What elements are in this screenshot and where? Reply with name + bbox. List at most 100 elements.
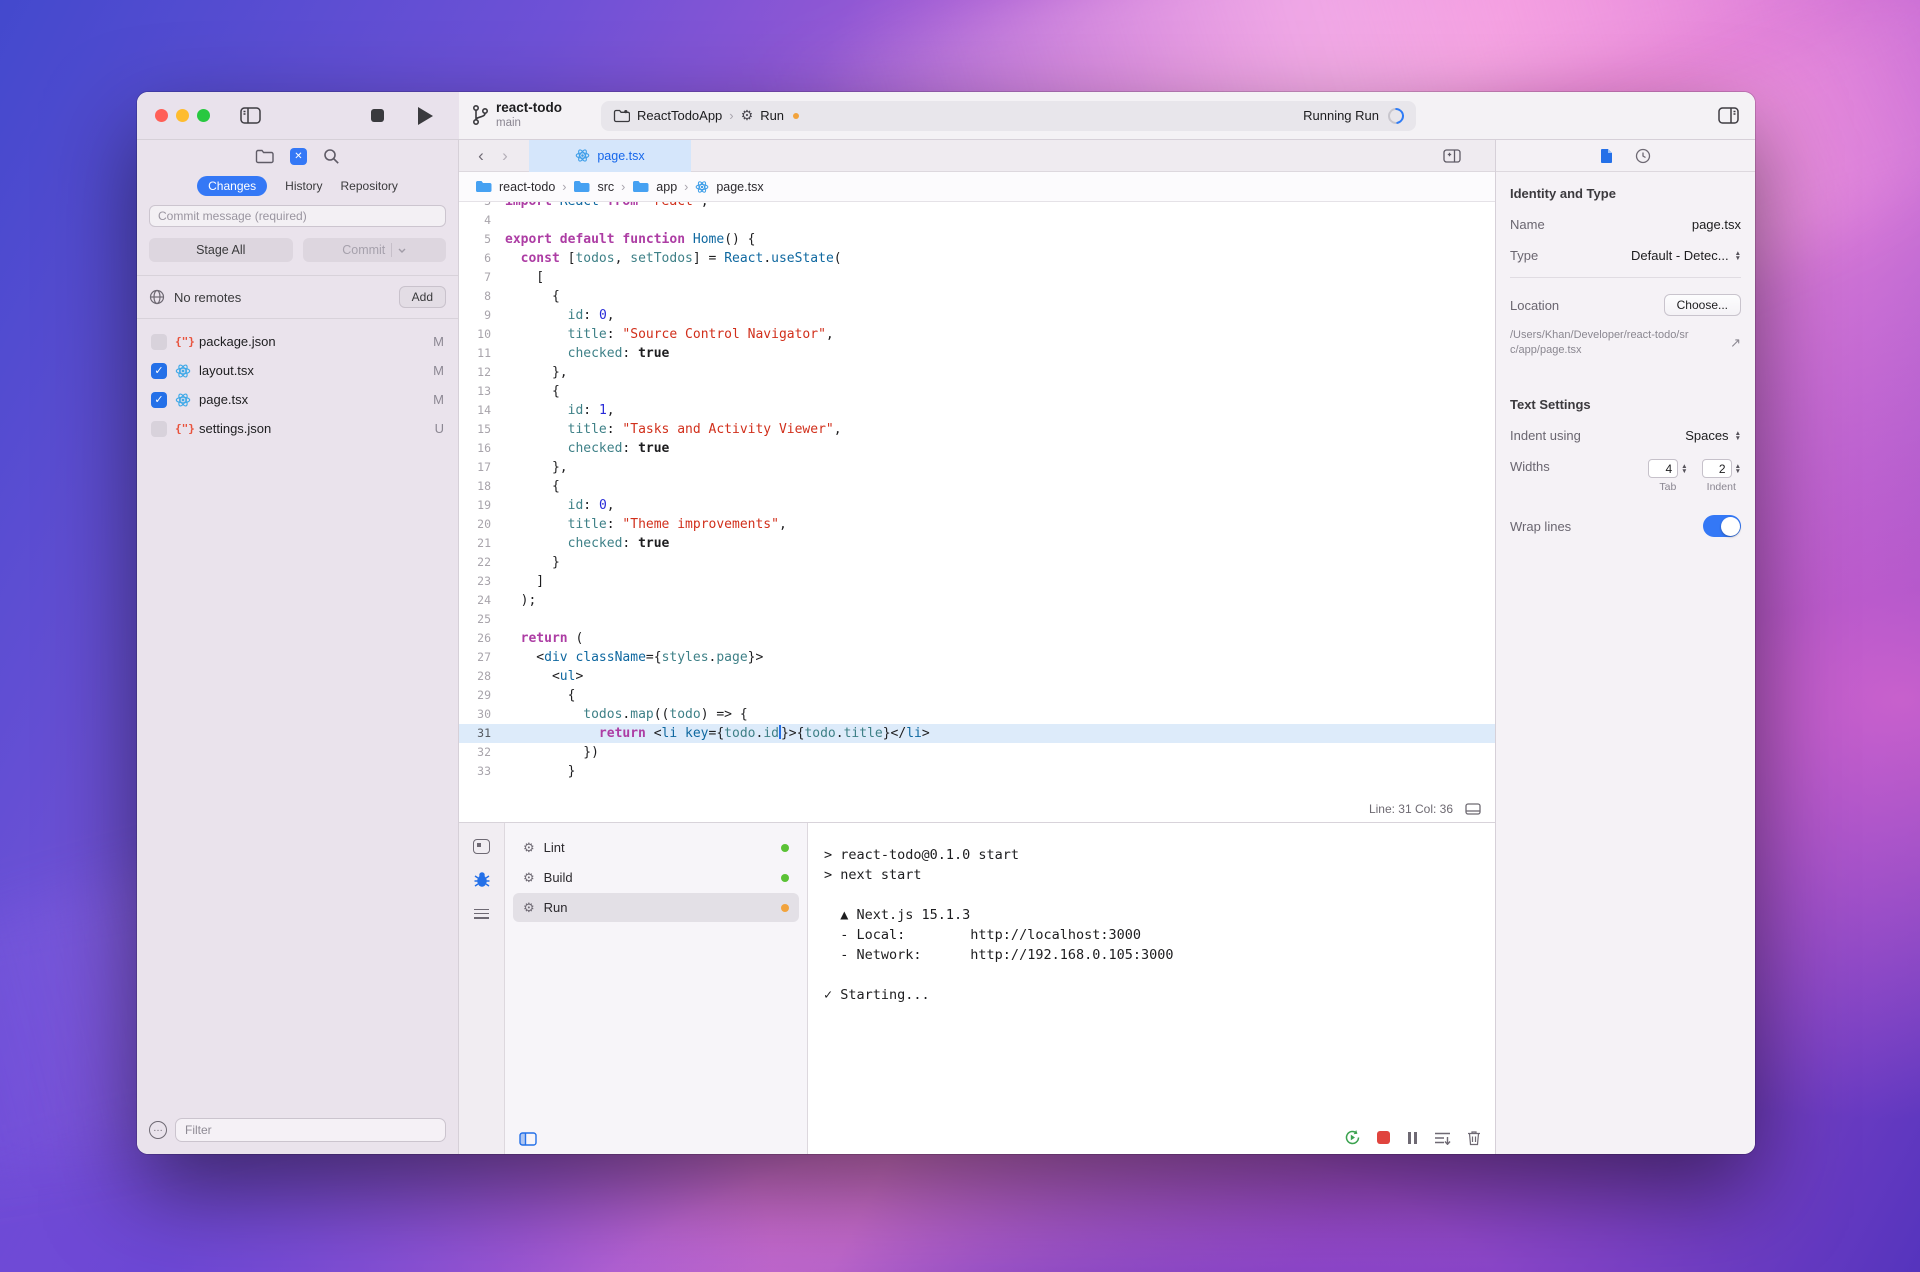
code-line[interactable]: 16 checked: true <box>459 439 1495 458</box>
task-row-lint[interactable]: ⚙ Lint <box>513 833 799 862</box>
stop-console-button[interactable] <box>1377 1131 1390 1144</box>
code-line[interactable]: 27 <div className={styles.page}> <box>459 648 1495 667</box>
code-line[interactable]: 33 } <box>459 762 1495 781</box>
tab-page-tsx[interactable]: page.tsx <box>529 140 691 172</box>
tab-repository[interactable]: Repository <box>341 179 398 193</box>
breadcrumb-app[interactable]: app <box>656 180 677 194</box>
code-line[interactable]: 11 checked: true <box>459 344 1495 363</box>
code-line[interactable]: 17 }, <box>459 458 1495 477</box>
toggle-task-list-icon[interactable] <box>519 1132 537 1146</box>
open-in-finder-icon[interactable]: ↗ <box>1730 335 1741 351</box>
toggle-inspector-icon[interactable] <box>1718 107 1739 124</box>
breadcrumb-src[interactable]: src <box>597 180 614 194</box>
restart-button[interactable] <box>1344 1129 1361 1146</box>
code-line[interactable]: 32 }) <box>459 743 1495 762</box>
bug-icon[interactable] <box>473 871 491 889</box>
search-icon[interactable] <box>323 148 340 165</box>
code-line[interactable]: 15 title: "Tasks and Activity Viewer", <box>459 420 1495 439</box>
code-line[interactable]: 26 return ( <box>459 629 1495 648</box>
file-checkbox[interactable]: ✓ <box>151 392 167 408</box>
task-row-build[interactable]: ⚙ Build <box>513 863 799 892</box>
code-line[interactable]: 13 { <box>459 382 1495 401</box>
code-line[interactable]: 30 todos.map((todo) => { <box>459 705 1495 724</box>
stage-all-button[interactable]: Stage All <box>149 238 293 262</box>
pause-button[interactable] <box>1406 1132 1418 1144</box>
file-row[interactable]: {"} package.json M <box>137 327 458 356</box>
back-icon[interactable]: ‹ <box>469 146 493 166</box>
breadcrumb-project[interactable]: react-todo <box>499 180 555 194</box>
file-inspector-icon[interactable] <box>1600 148 1613 164</box>
file-checkbox[interactable] <box>151 334 167 350</box>
breadcrumb-file[interactable]: page.tsx <box>716 180 763 194</box>
code-line[interactable]: 31 return <li key={todo.id}>{todo.title}… <box>459 724 1495 743</box>
scheme-selector[interactable]: ReactTodoApp › ⚙ Run <box>613 107 799 124</box>
toggle-navigator-icon[interactable] <box>240 107 261 124</box>
editor-bottom-bar-icon[interactable] <box>1465 803 1481 815</box>
code-line[interactable]: 4 <box>459 211 1495 230</box>
forward-icon[interactable]: › <box>493 146 517 166</box>
code-line[interactable]: 12 }, <box>459 363 1495 382</box>
code-line[interactable]: 20 title: "Theme improvements", <box>459 515 1495 534</box>
code-line[interactable]: 28 <ul> <box>459 667 1495 686</box>
file-row[interactable]: {"} settings.json U <box>137 414 458 443</box>
filter-options-icon[interactable]: … <box>149 1121 167 1139</box>
code-line[interactable]: 22 } <box>459 553 1495 572</box>
line-number: 25 <box>459 610 505 629</box>
add-editor-icon[interactable] <box>1443 149 1461 163</box>
history-inspector-icon[interactable] <box>1635 148 1651 164</box>
code-line[interactable]: 19 id: 0, <box>459 496 1495 515</box>
choose-location-button[interactable]: Choose... <box>1664 294 1741 316</box>
project-navigator-icon[interactable] <box>255 149 274 164</box>
file-name: layout.tsx <box>199 363 254 378</box>
add-remote-button[interactable]: Add <box>399 286 446 308</box>
activity-status[interactable]: Running Run <box>1303 108 1404 124</box>
code-line[interactable]: 5export default function Home() { <box>459 230 1495 249</box>
file-checkbox[interactable]: ✓ <box>151 363 167 379</box>
filter-input[interactable] <box>175 1118 446 1142</box>
code-line[interactable]: 18 { <box>459 477 1495 496</box>
indent-using-popup[interactable]: Spaces ▲▼ <box>1685 428 1741 443</box>
zoom-window-button[interactable] <box>197 109 210 122</box>
code-line[interactable]: 14 id: 1, <box>459 401 1495 420</box>
code-line[interactable]: 24 ); <box>459 591 1495 610</box>
file-checkbox[interactable] <box>151 421 167 437</box>
run-button[interactable] <box>418 107 433 125</box>
commit-button[interactable]: Commit <box>303 238 447 262</box>
indent-width-stepper[interactable]: 2 ▲▼ Indent <box>1702 459 1741 493</box>
code-line[interactable]: 6 const [todos, setTodos] = React.useSta… <box>459 249 1495 268</box>
console-output[interactable]: > react-todo@0.1.0 start> next start ▲ N… <box>808 823 1495 1154</box>
console-line: > react-todo@0.1.0 start <box>824 845 1495 865</box>
file-row[interactable]: ✓ layout.tsx M <box>137 356 458 385</box>
code-line[interactable]: 7 [ <box>459 268 1495 287</box>
code-line[interactable]: 29 { <box>459 686 1495 705</box>
file-row[interactable]: ✓ page.tsx M <box>137 385 458 414</box>
console-line: - Network: http://192.168.0.105:3000 <box>824 945 1495 965</box>
stop-button[interactable] <box>371 109 384 122</box>
code-line[interactable]: 10 title: "Source Control Navigator", <box>459 325 1495 344</box>
code-line[interactable]: 23 ] <box>459 572 1495 591</box>
code-line[interactable]: 8 { <box>459 287 1495 306</box>
tab-changes[interactable]: Changes <box>197 176 267 196</box>
source-control-summary[interactable]: react-todo main <box>471 101 601 129</box>
tab-history[interactable]: History <box>285 179 322 193</box>
minimize-window-button[interactable] <box>176 109 189 122</box>
type-popup[interactable]: Default - Detec... ▲▼ <box>1631 248 1741 263</box>
console-filter-icon[interactable] <box>1434 1131 1451 1145</box>
terminal-icon[interactable] <box>473 839 490 854</box>
commit-message-input[interactable] <box>149 205 446 227</box>
source-control-navigator-icon[interactable]: ✕ <box>290 148 307 165</box>
code-line[interactable]: 9 id: 0, <box>459 306 1495 325</box>
wrap-lines-toggle[interactable] <box>1703 515 1741 537</box>
code-line[interactable]: 25 <box>459 610 1495 629</box>
list-icon[interactable] <box>474 906 489 921</box>
code-line[interactable]: 21 checked: true <box>459 534 1495 553</box>
close-window-button[interactable] <box>155 109 168 122</box>
text-settings-header: Text Settings <box>1510 397 1741 412</box>
task-row-run[interactable]: ⚙ Run <box>513 893 799 922</box>
task-label: Run <box>544 900 568 915</box>
tab-width-stepper[interactable]: 4 ▲▼ Tab <box>1648 459 1687 493</box>
task-status-dot <box>781 874 789 882</box>
code-editor[interactable]: 3import React from 'react';45export defa… <box>459 202 1495 796</box>
clear-console-icon[interactable] <box>1467 1130 1481 1146</box>
code-line[interactable]: 3import React from 'react'; <box>459 202 1495 211</box>
